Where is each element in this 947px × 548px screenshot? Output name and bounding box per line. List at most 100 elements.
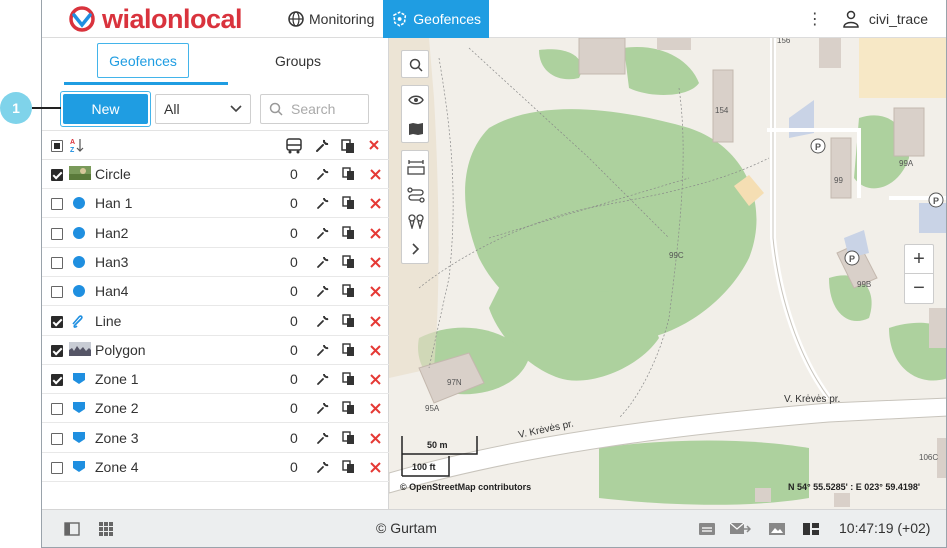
- label-154: 154: [715, 106, 729, 115]
- wrench-icon[interactable]: [316, 284, 330, 298]
- copy-icon[interactable]: [340, 138, 356, 154]
- geofence-row[interactable]: Zone 1 0: [42, 365, 389, 394]
- geofence-row[interactable]: Zone 4 0: [42, 453, 389, 482]
- wrench-icon[interactable]: [316, 255, 330, 269]
- copy-icon[interactable]: [342, 343, 356, 357]
- copy-icon[interactable]: [342, 314, 356, 328]
- label-97n: 97N: [447, 378, 462, 387]
- copy-icon[interactable]: [342, 167, 356, 181]
- wialon-logo[interactable]: wialonlocal: [68, 3, 243, 34]
- ruler-icon[interactable]: [407, 159, 425, 175]
- map-search-button[interactable]: [401, 50, 429, 78]
- row-checkbox[interactable]: [51, 403, 63, 415]
- zone-icon: [69, 430, 91, 446]
- row-checkbox[interactable]: [51, 462, 63, 474]
- geofence-row[interactable]: Han2 0: [42, 219, 389, 248]
- delete-icon[interactable]: [370, 462, 381, 473]
- route-icon[interactable]: [407, 187, 425, 203]
- delete-icon[interactable]: [370, 286, 381, 297]
- row-checkbox[interactable]: [51, 169, 63, 181]
- row-checkbox[interactable]: [51, 345, 63, 357]
- wrench-icon[interactable]: [316, 226, 330, 240]
- geofence-row[interactable]: Zone 3 0: [42, 424, 389, 453]
- image-icon[interactable]: [768, 521, 786, 537]
- copy-icon[interactable]: [342, 196, 356, 210]
- more-menu-icon[interactable]: ⋮: [803, 9, 827, 29]
- row-checkbox[interactable]: [51, 257, 63, 269]
- label-99c: 99C: [669, 251, 684, 260]
- geofences-panel: Geofences Groups New All Search A Z Circ…: [42, 38, 389, 509]
- delete-icon[interactable]: [370, 374, 381, 385]
- bus-icon[interactable]: [285, 138, 303, 154]
- copy-icon[interactable]: [342, 284, 356, 298]
- search-input[interactable]: Search: [260, 94, 369, 124]
- apps-grid-icon[interactable]: [98, 521, 114, 537]
- geofence-name: Han2: [95, 225, 129, 241]
- row-checkbox[interactable]: [51, 228, 63, 240]
- wrench-icon[interactable]: [316, 343, 330, 357]
- delete-icon[interactable]: [370, 345, 381, 356]
- tab-geofences[interactable]: Geofences: [97, 43, 189, 78]
- unit-count: 0: [290, 195, 298, 211]
- nav-monitoring[interactable]: Monitoring: [280, 0, 382, 38]
- copy-icon[interactable]: [342, 401, 356, 415]
- geofence-row[interactable]: Circle 0: [42, 160, 389, 189]
- copy-icon[interactable]: [342, 431, 356, 445]
- delete-icon[interactable]: [370, 257, 381, 268]
- scale-bar: 50 m 100 ft: [401, 436, 481, 482]
- wrench-icon[interactable]: [314, 138, 330, 154]
- geofence-row[interactable]: Zone 2 0: [42, 394, 389, 423]
- map-layers-icon[interactable]: [408, 122, 424, 136]
- geofence-row[interactable]: Han4 0: [42, 277, 389, 306]
- delete-icon[interactable]: [370, 316, 381, 327]
- user-menu[interactable]: civi_trace: [843, 10, 928, 28]
- wrench-icon[interactable]: [316, 460, 330, 474]
- row-checkbox[interactable]: [51, 433, 63, 445]
- geofence-row[interactable]: Han3 0: [42, 248, 389, 277]
- delete-icon[interactable]: [370, 228, 381, 239]
- select-all-checkbox[interactable]: [51, 140, 63, 152]
- row-checkbox[interactable]: [51, 286, 63, 298]
- copy-icon[interactable]: [342, 255, 356, 269]
- copy-icon[interactable]: [342, 372, 356, 386]
- new-geofence-button[interactable]: New: [63, 94, 148, 124]
- logo-text-b: local: [183, 3, 243, 34]
- mail-send-icon[interactable]: [729, 521, 751, 537]
- delete-icon[interactable]: [368, 139, 380, 151]
- delete-icon[interactable]: [370, 169, 381, 180]
- layout-icon[interactable]: [802, 521, 820, 537]
- copy-icon[interactable]: [342, 460, 356, 474]
- row-checkbox[interactable]: [51, 316, 63, 328]
- filter-select[interactable]: All: [155, 94, 251, 124]
- tab-groups[interactable]: Groups: [252, 43, 344, 78]
- delete-icon[interactable]: [370, 433, 381, 444]
- wrench-icon[interactable]: [316, 431, 330, 445]
- eye-icon[interactable]: [408, 94, 424, 106]
- unit-count: 0: [290, 254, 298, 270]
- wrench-icon[interactable]: [316, 167, 330, 181]
- notifications-icon[interactable]: [698, 521, 716, 537]
- geofence-row[interactable]: Han 1 0: [42, 189, 389, 218]
- row-checkbox[interactable]: [51, 198, 63, 210]
- wrench-icon[interactable]: [316, 372, 330, 386]
- svg-text:Z: Z: [70, 147, 75, 153]
- row-checkbox[interactable]: [51, 374, 63, 386]
- copy-icon[interactable]: [342, 226, 356, 240]
- nav-geofences[interactable]: Geofences: [383, 0, 489, 38]
- wrench-icon[interactable]: [316, 196, 330, 210]
- delete-icon[interactable]: [370, 198, 381, 209]
- wrench-icon[interactable]: [316, 401, 330, 415]
- wrench-icon[interactable]: [316, 314, 330, 328]
- chevron-right-icon[interactable]: [411, 243, 421, 255]
- pins-icon[interactable]: [407, 213, 425, 229]
- zoom-in-button[interactable]: +: [905, 245, 933, 274]
- map-attribution[interactable]: © OpenStreetMap contributors: [400, 482, 531, 492]
- sort-az-icon[interactable]: A Z: [69, 137, 85, 153]
- delete-icon[interactable]: [370, 403, 381, 414]
- zoom-out-button[interactable]: −: [905, 274, 933, 303]
- scale-feet: 100 ft: [412, 462, 436, 472]
- geofence-row[interactable]: Polygon 0: [42, 336, 389, 365]
- panel-toggle-icon[interactable]: [64, 521, 80, 537]
- unit-count: 0: [290, 430, 298, 446]
- geofence-row[interactable]: Line 0: [42, 307, 389, 336]
